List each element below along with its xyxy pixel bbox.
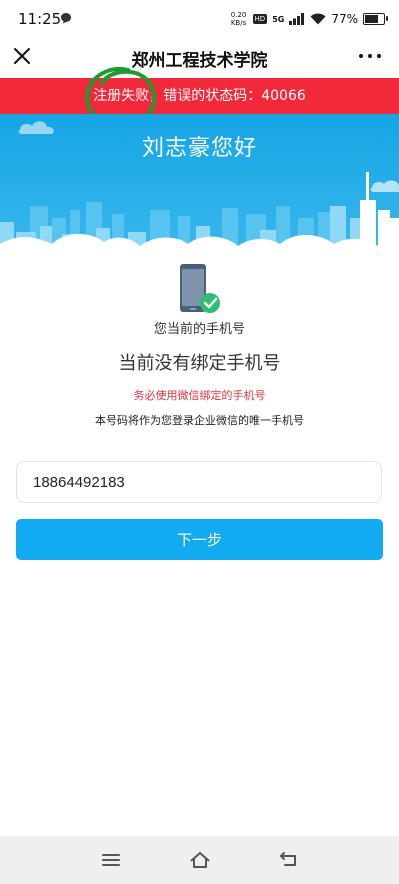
net-speed: 0.20 KB/s bbox=[230, 11, 247, 27]
page-title: 郑州工程技术学院 bbox=[131, 51, 268, 71]
status-time: 11:25 bbox=[18, 10, 62, 28]
home-icon[interactable] bbox=[188, 848, 212, 872]
current-phone-label: 您当前的手机号 bbox=[153, 322, 245, 337]
warning-note: 务必使用微信绑定的手机号 bbox=[133, 389, 266, 402]
screen: 11:25 0.20 KB/s HD 5G 77% 郑州工程技术学院 注册失败，… bbox=[0, 0, 399, 884]
no-phone-title: 当前没有绑定手机号 bbox=[118, 353, 281, 374]
status-icons: 0.20 KB/s HD 5G 77% bbox=[230, 8, 388, 30]
menu-icon[interactable] bbox=[99, 848, 123, 872]
system-nav-bar bbox=[0, 836, 399, 884]
message-icon bbox=[61, 13, 71, 24]
phone-number-input[interactable] bbox=[16, 461, 382, 503]
network-type: 5G bbox=[272, 14, 285, 24]
app-header: 郑州工程技术学院 bbox=[0, 38, 399, 78]
more-icon[interactable] bbox=[359, 46, 381, 66]
back-icon[interactable] bbox=[277, 848, 301, 872]
greeting-text: 刘志豪您好 bbox=[141, 136, 257, 161]
hero-banner: 刘志豪您好 bbox=[0, 114, 399, 264]
battery-percent: 77% bbox=[331, 12, 358, 26]
phone-check-icon bbox=[180, 264, 220, 313]
signal-icon bbox=[289, 13, 305, 25]
wifi-icon bbox=[310, 13, 326, 25]
error-banner: 注册失败，错误的状态码：40066 bbox=[0, 78, 399, 114]
hd-badge: HD bbox=[252, 14, 268, 24]
battery-icon bbox=[363, 13, 388, 25]
description-text: 本号码将作为您登录企业微信的唯一手机号 bbox=[95, 414, 304, 427]
battery-fill bbox=[365, 15, 378, 23]
next-step-button[interactable]: 下一步 bbox=[16, 519, 383, 560]
status-bar: 11:25 0.20 KB/s HD 5G 77% bbox=[0, 0, 399, 38]
